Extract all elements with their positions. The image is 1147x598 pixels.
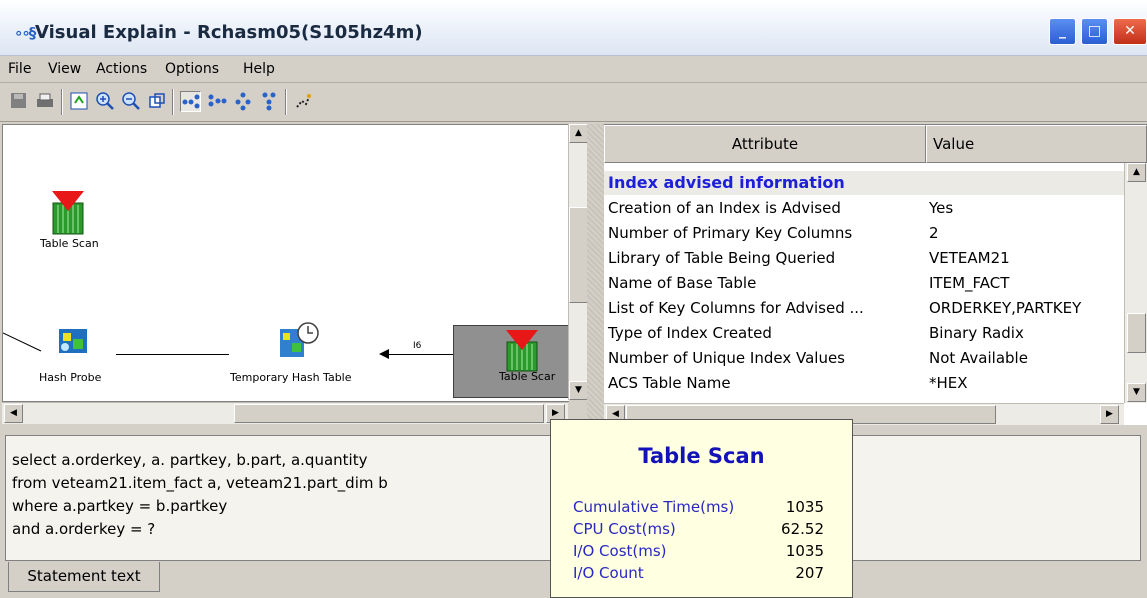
scroll-thumb[interactable] [234, 404, 544, 423]
attribute-cell: ACS Table Name [608, 374, 731, 392]
attribute-cell: Number of Unique Index Values [608, 349, 845, 367]
table-row[interactable]: ACS Table Name *HEX [604, 372, 1124, 397]
zoom-out-icon[interactable] [120, 91, 141, 112]
tooltip-metric-label: CPU Cost(ms) [573, 520, 676, 538]
minimize-icon: _ [1059, 23, 1066, 39]
statement-line: select a.orderkey, a. partkey, b.part, a… [12, 451, 368, 469]
table-row[interactable]: Number of Primary Key Columns 2 [604, 222, 1124, 247]
attribute-vertical-scrollbar[interactable]: ▲ ▼ [1124, 163, 1147, 403]
menu-view[interactable]: View [48, 61, 81, 77]
table-scan-node-icon [506, 330, 538, 372]
attribute-table: Attribute Value Index advised informatio… [604, 124, 1147, 425]
zoom-in-icon[interactable] [94, 91, 115, 112]
menu-options[interactable]: Options [165, 61, 219, 77]
close-icon: ✕ [1124, 23, 1136, 39]
column-header-attribute[interactable]: Attribute [604, 125, 926, 163]
table-row[interactable]: Library of Table Being Queried VETEAM21 [604, 247, 1124, 272]
attribute-cell: Library of Table Being Queried [608, 249, 836, 267]
tooltip-metric-value: 62.52 [781, 520, 824, 538]
attribute-cell: List of Key Columns for Advised ... [608, 299, 864, 317]
statement-line: where a.partkey = b.partkey [12, 497, 228, 515]
value-cell: ITEM_FACT [929, 274, 1010, 292]
refresh-icon[interactable] [68, 91, 89, 112]
value-cell: Binary Radix [929, 324, 1024, 342]
print-icon[interactable] [34, 91, 55, 112]
value-cell: Not Available [929, 349, 1028, 367]
attribute-cell: Creation of an Index is Advised [608, 199, 841, 217]
hash-probe-node-icon[interactable] [55, 325, 91, 357]
graph-vertical-scrollbar[interactable]: ▲ ▼ [568, 124, 588, 400]
graph-horizontal-scrollbar[interactable]: ◀ ▶ [2, 402, 568, 424]
node-tooltip: Table Scan Cumulative Time(ms) 1035 CPU … [550, 419, 853, 598]
menu-file[interactable]: File [8, 61, 31, 77]
tooltip-title: Table Scan [638, 444, 765, 468]
tooltip-metric-label: I/O Count [573, 564, 644, 582]
table-row[interactable]: Creation of an Index is Advised Yes [604, 197, 1124, 222]
splitter[interactable] [587, 124, 605, 424]
node-label-table-scan-selected: Table Scar [499, 370, 556, 383]
tab-statement-text[interactable]: Statement text [8, 562, 160, 592]
highlight-icon[interactable] [292, 91, 313, 112]
scroll-down-icon[interactable]: ▼ [569, 381, 588, 400]
scroll-thumb[interactable] [569, 207, 588, 303]
table-row[interactable]: List of Key Columns for Advised ... ORDER… [604, 297, 1124, 322]
scroll-left-icon[interactable]: ◀ [4, 404, 23, 423]
graph-view-icon[interactable] [180, 91, 201, 112]
scroll-up-icon[interactable]: ▲ [569, 124, 588, 143]
close-button[interactable]: ✕ [1113, 18, 1147, 45]
temporary-hash-table-node-icon[interactable] [278, 321, 320, 361]
attribute-cell: Type of Index Created [608, 324, 772, 342]
overview-icon[interactable] [146, 91, 167, 112]
horizontal-view-icon[interactable] [206, 91, 227, 112]
section-row[interactable]: Index advised information [604, 171, 1124, 195]
edge-label: I6 [413, 341, 422, 351]
save-icon[interactable] [8, 91, 29, 112]
tooltip-metric-value: 207 [795, 564, 824, 582]
scroll-down-icon[interactable]: ▼ [1127, 383, 1146, 402]
value-cell: VETEAM21 [929, 249, 1010, 267]
menu-help[interactable]: Help [243, 61, 275, 77]
tree-view-icon[interactable] [232, 91, 253, 112]
statement-line: from veteam21.item_fact a, veteam21.part… [12, 474, 388, 492]
section-title: Index advised information [608, 173, 845, 192]
node-label-hash-probe: Hash Probe [39, 371, 102, 384]
tooltip-metric-value: 1035 [785, 498, 824, 516]
node-label-table-scan: Table Scan [40, 237, 99, 250]
minimize-button[interactable]: _ [1049, 18, 1076, 45]
table-row[interactable]: Type of Index Created Binary Radix [604, 322, 1124, 347]
graph-pane[interactable]: Table Scan Hash Probe Temporary Hash Tab… [2, 124, 569, 402]
menu-actions[interactable]: Actions [96, 61, 147, 77]
menu-bar: File View Actions Options Help [0, 56, 1147, 83]
table-row[interactable]: Name of Base Table ITEM_FACT [604, 272, 1124, 297]
tooltip-metric-label: Cumulative Time(ms) [573, 498, 735, 516]
arrow-left-icon [379, 349, 389, 359]
tooltip-metric-label: I/O Cost(ms) [573, 542, 667, 560]
value-cell: *HEX [929, 374, 968, 392]
table-scan-node-icon[interactable] [52, 191, 84, 235]
title-bar[interactable]: ∘∘§ Visual Explain - Rchasm05(S105hz4m) … [0, 0, 1147, 56]
tooltip-metric-value: 1035 [785, 542, 824, 560]
scroll-up-icon[interactable]: ▲ [1127, 163, 1146, 182]
app-icon: ∘∘§ [14, 24, 36, 42]
graph-edge [385, 354, 453, 355]
node-label-temporary-hash-table: Temporary Hash Table [230, 371, 352, 384]
statement-line: and a.orderkey = ? [12, 520, 156, 538]
value-cell: ORDERKEY,PARTKEY [929, 299, 1082, 317]
selected-node[interactable]: Table Scar [453, 325, 569, 398]
scroll-right-icon[interactable]: ▶ [1100, 405, 1119, 424]
table-row[interactable]: Number of Unique Index Values Not Availab… [604, 347, 1124, 372]
value-cell: Yes [929, 199, 954, 217]
maximize-icon: □ [1087, 23, 1102, 39]
attribute-cell: Number of Primary Key Columns [608, 224, 853, 242]
column-header-value[interactable]: Value [926, 125, 1147, 163]
scroll-thumb[interactable] [1127, 313, 1146, 353]
maximize-button[interactable]: □ [1081, 18, 1108, 45]
vertical-view-icon[interactable] [258, 91, 279, 112]
toolbar [0, 83, 1147, 122]
window-title: Visual Explain - Rchasm05(S105hz4m) [35, 22, 423, 43]
graph-edge [116, 354, 229, 355]
value-cell: 2 [929, 224, 939, 242]
attribute-cell: Name of Base Table [608, 274, 757, 292]
